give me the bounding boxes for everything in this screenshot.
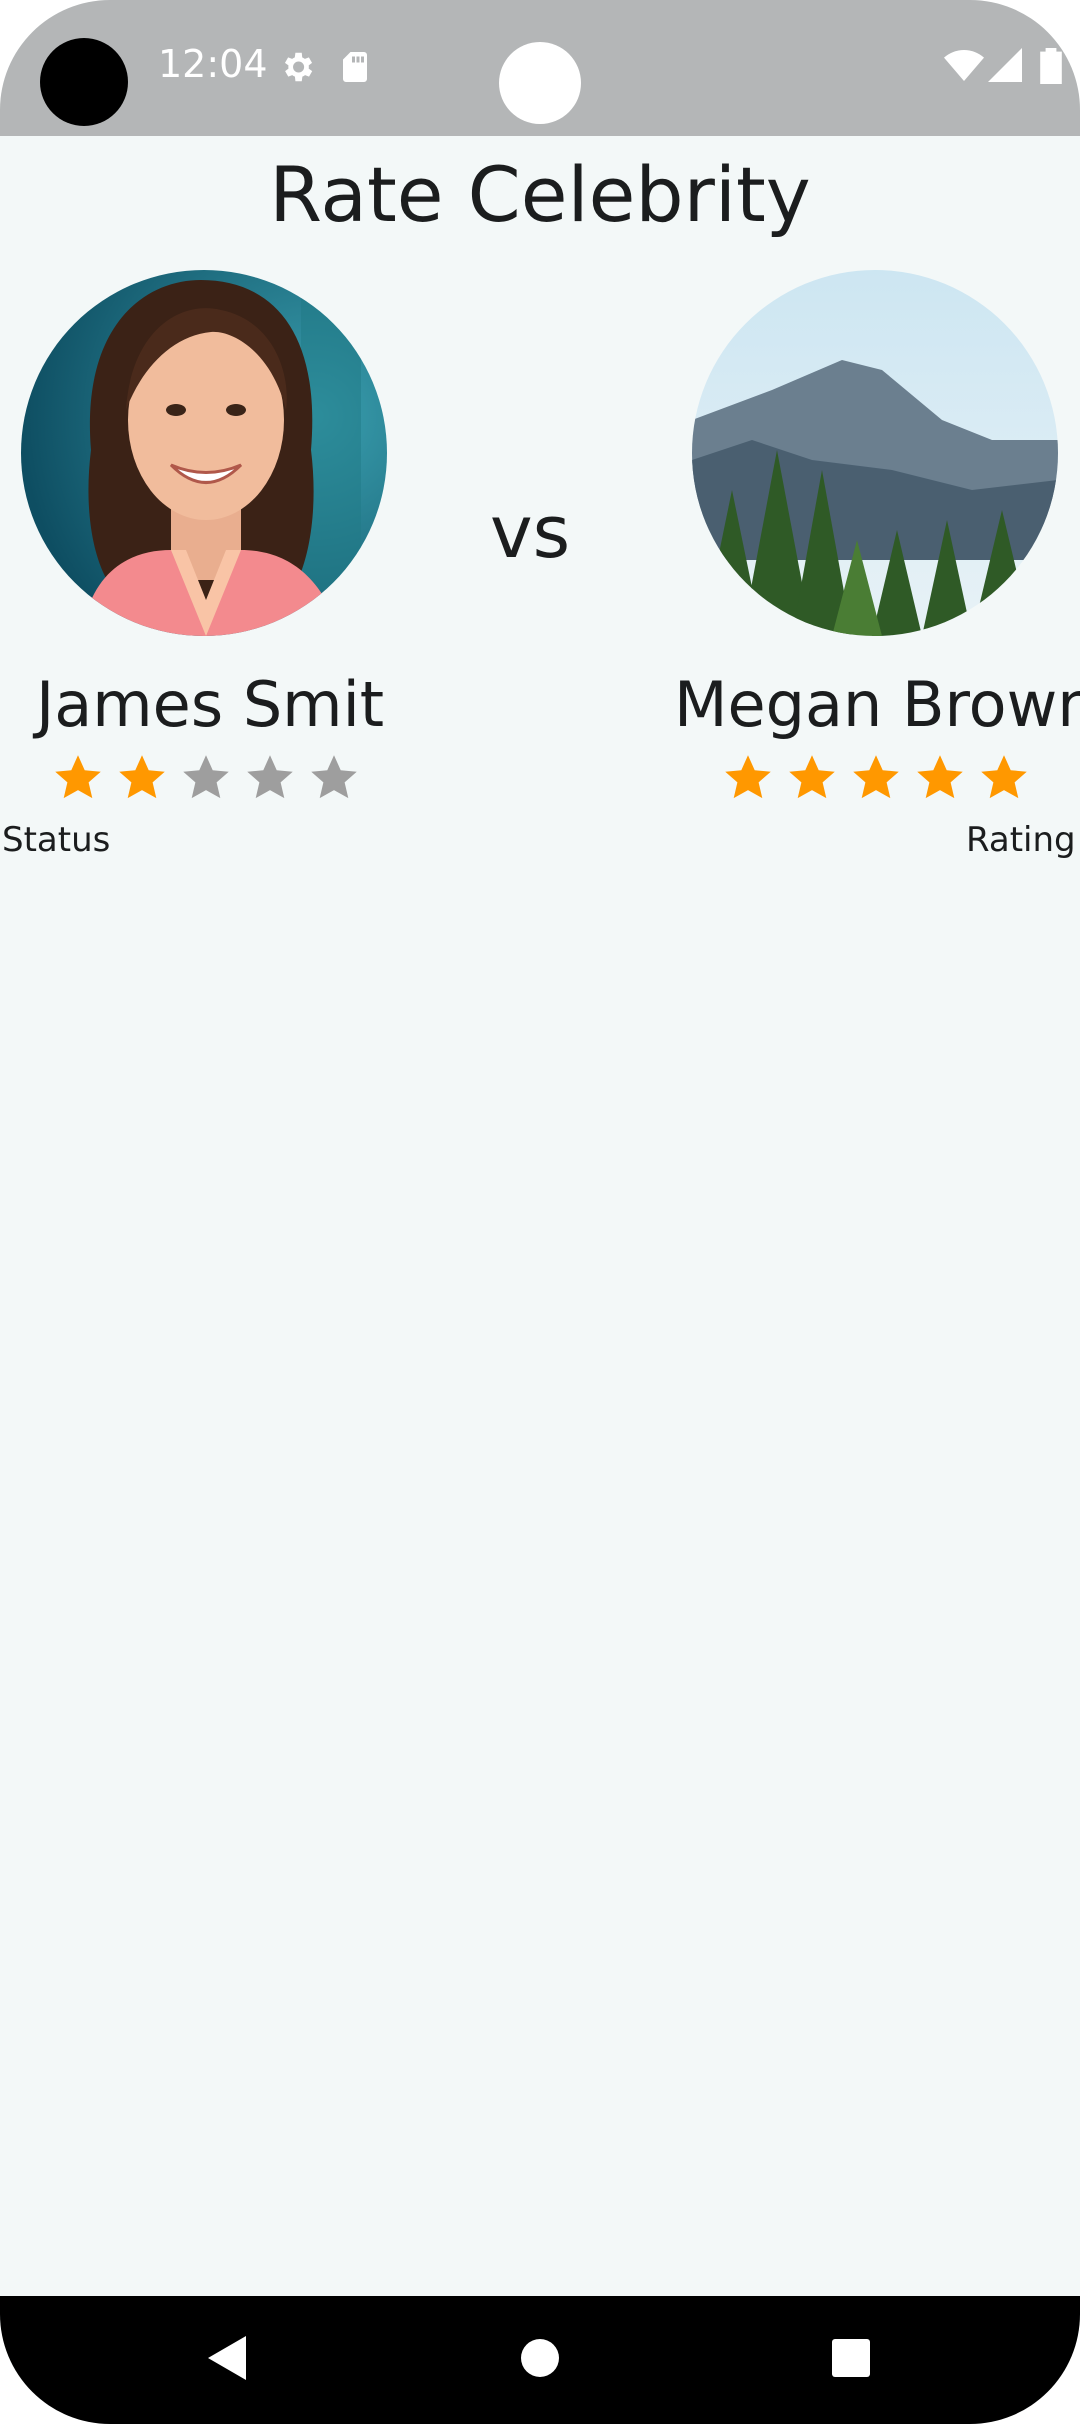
celebrity-avatar-left[interactable] <box>21 270 387 636</box>
star-empty-icon[interactable] <box>244 752 296 804</box>
phone-screen: 12:04 Rate Celebrity vs James Smit Megan… <box>0 0 1080 2424</box>
gear-icon <box>284 52 313 82</box>
battery-icon <box>1040 48 1062 84</box>
portrait-image <box>21 270 387 636</box>
star-filled-icon[interactable] <box>850 752 902 804</box>
navigation-bar <box>0 2296 1080 2424</box>
star-empty-icon[interactable] <box>308 752 360 804</box>
signal-icon <box>988 48 1022 82</box>
celebrity-avatar-right[interactable] <box>692 270 1058 636</box>
rating-bar-left[interactable] <box>52 752 360 804</box>
star-empty-icon[interactable] <box>180 752 232 804</box>
caption-left: Status <box>2 820 111 860</box>
star-filled-icon[interactable] <box>786 752 838 804</box>
front-camera <box>499 42 581 124</box>
landscape-image <box>692 270 1058 636</box>
sd-card-icon <box>343 52 367 82</box>
celebrity-name-left: James Smit <box>36 668 385 741</box>
home-icon[interactable] <box>520 2332 560 2384</box>
status-bar: 12:04 <box>0 0 1080 136</box>
camera-cutout <box>40 38 128 126</box>
caption-right: Rating <box>966 820 1076 860</box>
star-filled-icon[interactable] <box>978 752 1030 804</box>
star-filled-icon[interactable] <box>722 752 774 804</box>
star-filled-icon[interactable] <box>116 752 168 804</box>
versus-label: vs <box>490 490 571 574</box>
celebrity-name-right: Megan Brown <box>674 668 1080 741</box>
page-title: Rate Celebrity <box>269 150 811 239</box>
status-time: 12:04 <box>158 42 268 86</box>
recents-icon[interactable] <box>830 2332 872 2384</box>
wifi-icon <box>944 50 984 81</box>
rating-bar-right[interactable] <box>722 752 1030 804</box>
back-icon[interactable] <box>204 2332 250 2384</box>
star-filled-icon[interactable] <box>914 752 966 804</box>
star-filled-icon[interactable] <box>52 752 104 804</box>
